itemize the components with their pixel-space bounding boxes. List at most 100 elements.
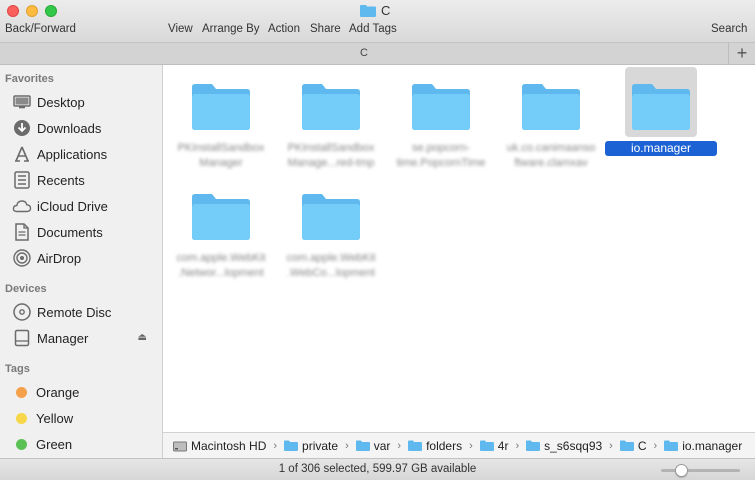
sidebar-item-remote-disc[interactable]: Remote Disc xyxy=(0,301,162,323)
chevron-right-icon: › xyxy=(653,439,658,452)
path-item-io-manager[interactable]: io.manager xyxy=(664,439,742,453)
cloud-icon xyxy=(11,196,33,216)
sidebar-item-applications[interactable]: Applications xyxy=(0,143,162,165)
path-item-macintosh-hd[interactable]: Macintosh HD xyxy=(173,439,266,453)
file-item[interactable]: com.apple.WebKit .WebCo...lopment xyxy=(275,177,387,281)
sidebar-item-label: Green xyxy=(36,436,73,452)
sidebar-item-tag-yellow[interactable]: Yellow xyxy=(0,407,162,429)
path-item-var[interactable]: var xyxy=(355,439,390,453)
toolbar: C Back/Forward View Arrange By Action Sh… xyxy=(0,0,755,43)
file-item[interactable]: com.apple.WebKit .Networ...lopment xyxy=(165,177,277,281)
file-item[interactable]: uk.co.canimaanso ftware.clamxav xyxy=(495,67,607,171)
folder-icon xyxy=(526,440,541,451)
path-item-s-s6sqq93[interactable]: s_s6sqq93 xyxy=(526,439,602,453)
sidebar-item-airdrop[interactable]: AirDrop xyxy=(0,247,162,269)
file-name: se.popcorn-time.PopcornTime xyxy=(396,142,486,169)
slider-knob[interactable] xyxy=(674,464,688,477)
sidebar-item-downloads[interactable]: Downloads xyxy=(0,117,162,139)
folder-icon xyxy=(192,84,250,130)
folder-icon xyxy=(302,194,360,240)
drive-icon xyxy=(11,328,33,348)
sidebar-item-desktop[interactable]: Desktop xyxy=(0,91,162,113)
share-button[interactable]: Share xyxy=(310,23,341,35)
sidebar-item-label: Desktop xyxy=(37,94,85,110)
disc-icon xyxy=(11,302,33,322)
sidebar-item-label: Orange xyxy=(36,384,80,400)
maximize-button[interactable] xyxy=(45,5,57,17)
sidebar-header-tags: Tags xyxy=(5,363,30,375)
recents-icon xyxy=(11,170,33,190)
sidebar-item-label: Applications xyxy=(37,146,108,162)
airdrop-icon xyxy=(11,248,33,268)
folder-icon xyxy=(360,5,376,17)
tab-current[interactable]: C xyxy=(0,47,728,59)
sidebar: Favorites Desktop Downloads Applications… xyxy=(0,65,163,458)
path-item-folders[interactable]: folders xyxy=(408,439,462,453)
view-button[interactable]: View xyxy=(168,23,193,35)
sidebar-item-documents[interactable]: Documents xyxy=(0,221,162,243)
eject-icon[interactable]: ⏏ xyxy=(138,332,147,343)
chevron-right-icon: › xyxy=(515,439,520,452)
sidebar-item-recents[interactable]: Recents xyxy=(0,169,162,191)
add-tags-button[interactable]: Add Tags xyxy=(349,23,397,35)
folder-icon xyxy=(412,84,470,130)
desktop-icon xyxy=(11,92,33,112)
folder-icon xyxy=(664,440,679,451)
folder-icon xyxy=(355,440,370,451)
file-name: uk.co.canimaanso ftware.clamxav xyxy=(506,142,596,169)
file-name: PKInstallSandbox Manager xyxy=(177,142,265,169)
path-item-4r[interactable]: 4r xyxy=(479,439,508,453)
chevron-right-icon: › xyxy=(469,439,473,452)
folder-icon xyxy=(408,440,423,451)
orange-tag-dot-icon xyxy=(16,386,27,398)
arrange-by-button[interactable]: Arrange By xyxy=(202,23,260,35)
folder-icon xyxy=(479,440,494,451)
chevron-right-icon: › xyxy=(273,439,278,452)
file-name: com.apple.WebKit .WebCo...lopment xyxy=(286,252,376,279)
file-item[interactable]: PKInstallSandbox Manage...red-tmp xyxy=(275,67,387,171)
sidebar-item-tag-green[interactable]: Green xyxy=(0,433,162,455)
tab-bar: C + xyxy=(0,43,755,65)
back-forward-button[interactable]: Back/Forward xyxy=(5,23,76,35)
sidebar-item-tag-orange[interactable]: Orange xyxy=(0,381,162,403)
sidebar-item-manager[interactable]: Manager ⏏ xyxy=(0,327,162,349)
documents-icon xyxy=(11,222,33,242)
folder-icon xyxy=(522,84,580,130)
sidebar-item-label: Downloads xyxy=(37,120,102,136)
sidebar-item-label: Remote Disc xyxy=(37,304,112,320)
file-item-selected[interactable]: io.manager xyxy=(605,67,717,156)
path-bar: Macintosh HD › private › var › folders ›… xyxy=(163,432,755,458)
sidebar-item-label: Yellow xyxy=(36,410,74,426)
hard-drive-icon xyxy=(173,441,187,451)
file-item[interactable]: PKInstallSandbox Manager xyxy=(165,67,277,171)
search-button[interactable]: Search xyxy=(711,23,747,35)
chevron-right-icon: › xyxy=(397,439,402,452)
sidebar-item-icloud-drive[interactable]: iCloud Drive xyxy=(0,195,162,217)
file-name: io.manager xyxy=(605,141,717,156)
window-title-text: C xyxy=(381,3,391,18)
file-item[interactable]: se.popcorn-time.PopcornTime xyxy=(385,67,497,171)
file-name: PKInstallSandbox Manage...red-tmp xyxy=(287,142,375,169)
icon-size-slider[interactable] xyxy=(661,464,740,477)
close-button[interactable] xyxy=(7,5,19,17)
folder-icon xyxy=(284,440,299,451)
status-bar: 1 of 306 selected, 599.97 GB available xyxy=(0,458,755,480)
file-grid: PKInstallSandbox Manager PKInstallSandbox… xyxy=(163,65,755,432)
folder-icon xyxy=(192,194,250,240)
folder-icon xyxy=(632,84,690,130)
file-name: com.apple.WebKit .Networ...lopment xyxy=(176,252,266,279)
action-button[interactable]: Action xyxy=(268,23,300,35)
downloads-icon xyxy=(11,118,33,138)
sidebar-item-label: iCloud Drive xyxy=(37,198,108,214)
green-tag-dot-icon xyxy=(16,438,27,450)
sidebar-item-label: AirDrop xyxy=(37,250,82,266)
status-text: 1 of 306 selected, 599.97 GB available xyxy=(278,463,477,475)
path-item-private[interactable]: private xyxy=(284,439,338,453)
new-tab-button[interactable]: + xyxy=(728,43,755,65)
minimize-button[interactable] xyxy=(26,5,38,17)
chevron-right-icon: › xyxy=(609,439,613,452)
sidebar-item-label: Documents xyxy=(37,224,103,240)
folder-icon xyxy=(302,84,360,130)
path-item-c[interactable]: C xyxy=(619,439,647,453)
window-title: C xyxy=(360,3,390,18)
